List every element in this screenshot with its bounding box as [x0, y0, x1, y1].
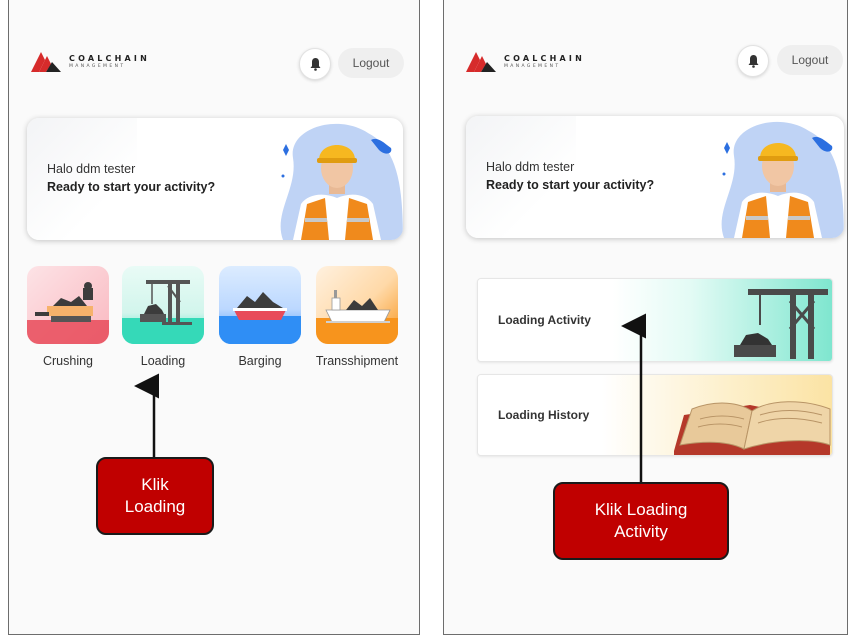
callout-line-2: Activity — [614, 522, 668, 541]
callout-line-1: Klik Loading — [594, 499, 688, 519]
callout-line-2: Loading — [124, 497, 186, 516]
callout-klik-loading: Klik Loading — [96, 457, 214, 535]
callout-line-1: Klik — [141, 474, 169, 494]
callout-klik-loading-activity: Klik Loading Activity — [553, 482, 729, 560]
